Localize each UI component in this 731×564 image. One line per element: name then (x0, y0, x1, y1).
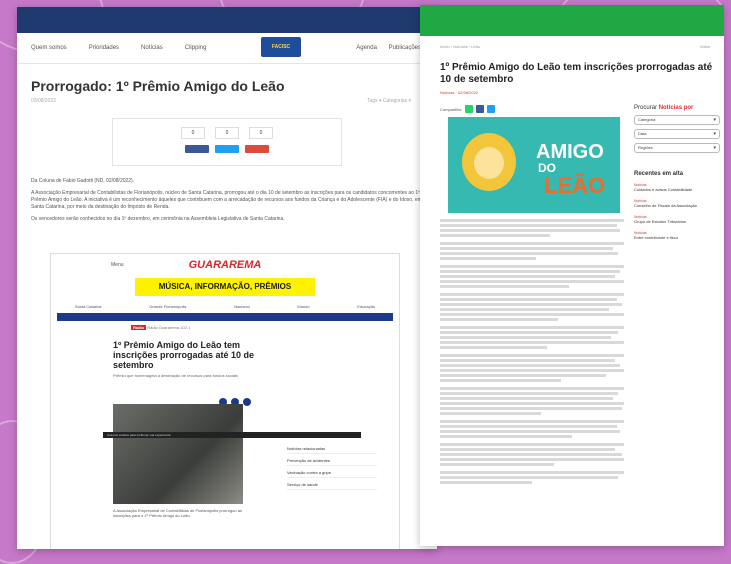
recent-news-item[interactable]: Notícias Entre contribuinte e fisco (634, 231, 720, 240)
nav-item-clipping[interactable]: Clipping (185, 45, 207, 51)
related-sidebar: Notícias relacionadas Prevenção de acide… (287, 442, 377, 494)
article-photo (113, 404, 243, 504)
section-nav-bar[interactable] (57, 313, 393, 321)
share-label: Compartilhe (440, 106, 462, 112)
article-paragraph: A Associação Empresarial de Contabilista… (31, 190, 422, 210)
google-share-button[interactable] (245, 145, 269, 153)
page-title: Prorrogado: 1º Prêmio Amigo do Leão (31, 78, 285, 94)
facebook-icon[interactable] (475, 105, 484, 113)
category-link[interactable]: Santa Catarina (75, 304, 102, 309)
news-text: Conselho de Fiscais da Associação (634, 203, 697, 208)
art-text: LEÃO (544, 173, 606, 198)
embedded-news-screenshot: Menu GUARAREMA MÚSICA, INFORMAÇÃO, PRÊMI… (50, 253, 400, 549)
nav-item-quem-somos[interactable]: Quem somos (31, 45, 67, 51)
left-article-screenshot: Quem somos Prioridades Notícias Clipping… (17, 7, 437, 549)
article-paragraph: Os vencedores serão conhecidos no dia 1º… (31, 216, 285, 222)
twitter-icon[interactable] (486, 105, 495, 113)
whatsapp-icon[interactable] (464, 105, 473, 113)
back-link[interactable]: Voltar (700, 44, 710, 49)
recent-news-item[interactable]: Notícias Grupo de Estudos Tributários (634, 215, 720, 224)
promo-banner[interactable]: MÚSICA, INFORMAÇÃO, PRÊMIOS (135, 278, 315, 296)
right-article-screenshot: Início › Notícias › Leão Voltar 1º Prêmi… (420, 5, 724, 546)
category-select[interactable]: Categoria (634, 115, 720, 125)
post-date: 03/08/2022 (31, 98, 57, 104)
ticker: Rádio Rádio Guararema 102.1 (131, 325, 399, 330)
category-link[interactable]: Grande Florianópolis (149, 304, 186, 309)
inner-subheadline: Prêmio que homenageia a destinação de re… (113, 373, 238, 378)
inner-headline: 1º Prêmio Amigo do Leão tem inscrições p… (113, 340, 255, 370)
news-text: Entre contribuinte e fisco (634, 235, 679, 240)
twitter-share-button[interactable] (215, 145, 239, 153)
sidebar-item[interactable]: Notícias relacionadas (287, 446, 377, 454)
category-link[interactable]: Nacional (234, 304, 250, 309)
main-navigation: Quem somos Prioridades Notícias Clipping… (17, 33, 437, 64)
date-select[interactable]: Data (634, 129, 720, 139)
cookie-banner[interactable]: Usamos cookies para melhorar sua experiê… (103, 432, 361, 438)
nav-item-prioridades[interactable]: Prioridades (89, 45, 119, 51)
source-line: Da Coluna de Fabio Gadotti (ND, 02/08/20… (31, 178, 135, 184)
site-logo[interactable]: FACISC (261, 37, 301, 57)
search-label: Procurar (634, 105, 658, 111)
recent-news-item[interactable]: Notícias Conselho de Fiscais da Associaç… (634, 199, 720, 208)
facebook-share-button[interactable] (185, 145, 209, 153)
breadcrumb[interactable]: Início › Notícias › Leão (440, 44, 480, 49)
article-title: 1º Prêmio Amigo do Leão tem inscrições p… (440, 62, 713, 85)
nav-item-noticias[interactable]: Notícias (141, 45, 163, 51)
sidebar-item[interactable]: Serviço de saúde (287, 482, 377, 490)
sidebar-item[interactable]: Prevenção de acidentes (287, 458, 377, 466)
top-bar (17, 7, 437, 33)
share-count: 0 (215, 127, 239, 139)
share-count: 0 (181, 127, 205, 139)
region-select[interactable]: Regiões (634, 143, 720, 153)
recent-news-item[interactable]: Notícias Cuidados e avisos Contabilidade (634, 183, 720, 192)
share-box: 0 0 0 (112, 118, 342, 166)
news-text: Grupo de Estudos Tributários (634, 219, 687, 224)
radio-logo[interactable]: GUARAREMA (189, 259, 262, 271)
nav-item-agenda[interactable]: Agenda (356, 45, 377, 51)
article-meta: Notícias · 02/08/2022 (440, 90, 479, 95)
article-body (440, 219, 624, 486)
ticker-tag: Rádio (131, 325, 147, 330)
menu-button[interactable]: Menu (111, 262, 124, 268)
nav-item-publicacoes[interactable]: Publicações (389, 45, 421, 51)
category-link[interactable]: Educação (357, 304, 375, 309)
search-label-highlight: Notícias por (658, 105, 694, 111)
whatsapp-icon[interactable] (243, 398, 251, 406)
right-sidebar: Procurar Notícias por Categoria Data Reg… (634, 105, 720, 247)
recent-title: Recentes em alta (634, 171, 684, 177)
inner-body-text: A Associação Empresarial de Contabilista… (113, 508, 242, 518)
tags-categories[interactable]: Tags ▾ Categorias ▾ (367, 98, 411, 104)
lion-illustration (462, 133, 516, 191)
share-count: 0 (249, 127, 273, 139)
amigo-do-leao-artwork: AMIGO DO LEÃO (448, 117, 620, 213)
ticker-text: Rádio Guararema 102.1 (147, 325, 191, 330)
category-link[interactable]: Mundo (297, 304, 309, 309)
news-text: Cuidados e avisos Contabilidade (634, 187, 693, 192)
sidebar-item[interactable]: Vacinação contra a gripe (287, 470, 377, 478)
header-bar (420, 5, 724, 36)
